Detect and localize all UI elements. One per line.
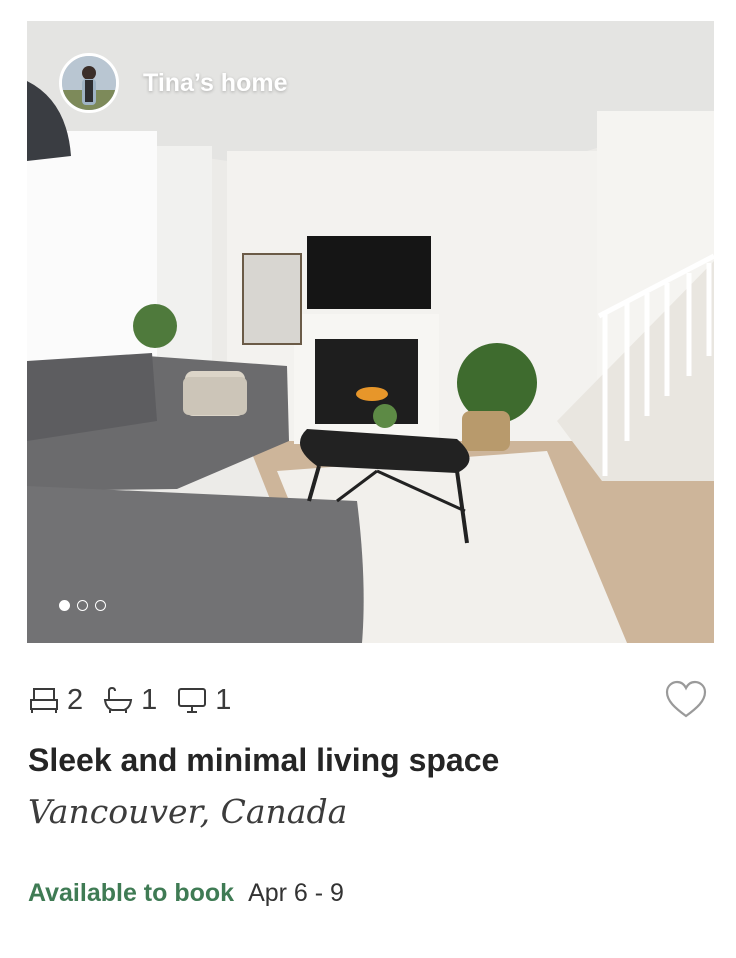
availability-row: Available to book Apr 6 - 9 (28, 879, 344, 908)
host-name: Tina’s home (143, 68, 288, 97)
bed-icon (30, 688, 58, 713)
living-room-photo (27, 21, 714, 643)
favorite-button[interactable] (665, 680, 707, 720)
heart-outline-icon (665, 680, 707, 718)
availability-status: Available to book (28, 879, 235, 907)
amenity-workspace: 1 (177, 684, 231, 717)
photo-dot-1[interactable] (59, 600, 70, 611)
host-avatar-image (62, 56, 116, 110)
availability-dates: Apr 6 - 9 (248, 879, 344, 907)
photo-dot-2[interactable] (77, 600, 88, 611)
bed-count: 2 (67, 683, 84, 716)
listing-location: Vancouver, Canada (28, 792, 348, 831)
desk-monitor-icon (178, 688, 207, 713)
host-badge[interactable]: Tina’s home (59, 53, 287, 113)
amenity-beds: 2 (29, 684, 83, 717)
listing-title[interactable]: Sleek and minimal living space (28, 742, 499, 779)
amenities-row: 2 1 1 (29, 680, 251, 720)
listing-photo[interactable]: Tina’s home (27, 21, 714, 643)
photo-pagination (59, 600, 106, 611)
bath-count: 1 (141, 683, 158, 716)
amenity-baths: 1 (103, 684, 157, 717)
workspace-count: 1 (215, 683, 232, 716)
bathtub-icon (104, 686, 133, 713)
photo-dot-3[interactable] (95, 600, 106, 611)
host-avatar[interactable] (59, 53, 119, 113)
